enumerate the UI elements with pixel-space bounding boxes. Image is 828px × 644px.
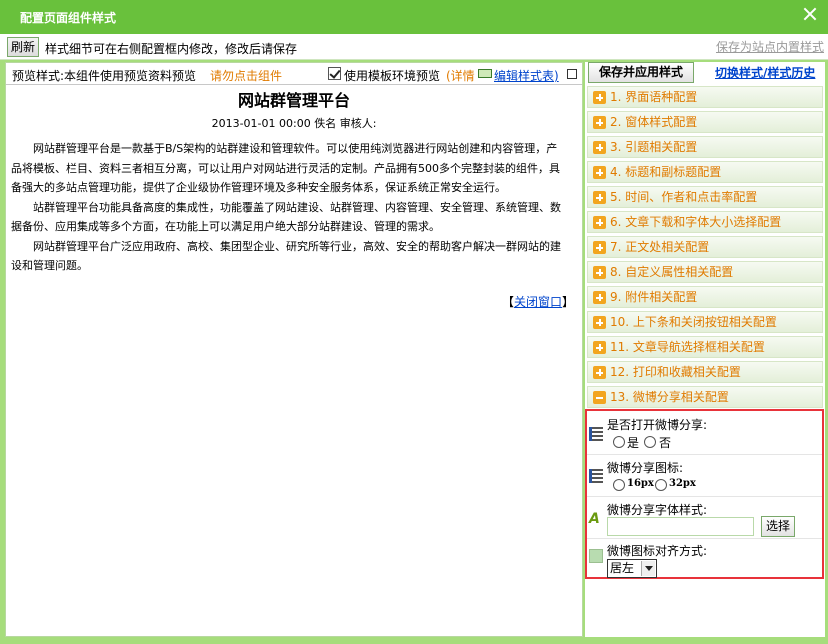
section-label: 7. 正文处相关配置 [610,240,710,254]
expand-icon [593,191,606,204]
config-section[interactable]: 6. 文章下载和字体大小选择配置 [587,211,823,233]
config-section[interactable]: 2. 窗体样式配置 [587,111,823,133]
weibo-enable-row: 是否打开微博分享: 是 否 [587,411,822,455]
weibo-font-label: 微博分享字体样式: [607,503,708,517]
weibo-icon-row: 微博分享图标: 16px 32px [587,455,822,497]
expand-icon [593,116,606,129]
weibo-align-label: 微博图标对齐方式: [607,544,708,558]
preview-warning: 请勿点击组件 [210,69,283,83]
config-section[interactable]: 10. 上下条和关闭按钮相关配置 [587,311,823,333]
article-paragraph: 网站群管理平台是一款基于B/S架构的站群建设和管理软件。可以使用纯浏览器进行网站… [11,142,560,194]
section-label: 1. 界面语种配置 [610,90,698,104]
expand-icon [593,141,606,154]
window-title: 配置页面组件样式 [20,11,117,25]
weibo-enable-yes-radio[interactable] [613,436,625,448]
collapse-icon [593,391,606,404]
article-body: 网站群管理平台是一款基于B/S架构的站群建设和管理软件。可以使用纯浏览器进行网站… [11,139,563,276]
icon-16px-label: 16px [627,478,654,489]
section-label: 3. 引题相关配置 [610,140,698,154]
refresh-button[interactable]: 刷新 [7,37,40,57]
chevron-down-icon [641,561,655,576]
icon-32px-label: 32px [669,478,696,489]
weibo-align-select[interactable]: 居左 [607,559,657,578]
save-as-internal-style-link[interactable]: 保存为站点内置样式 [716,38,824,55]
close-bracket-open: 【 [502,295,515,309]
config-section-weibo[interactable]: 13. 微博分享相关配置 [587,386,823,408]
minimize-icon[interactable] [567,69,577,79]
expand-icon [593,291,606,304]
choose-font-button[interactable]: 选择 [761,516,795,537]
article-paragraph: 站群管理平台功能具备高度的集成性，功能覆盖了网站建设、站群管理、内容管理、安全管… [11,200,561,234]
expand-icon [593,366,606,379]
article-title: 网站群管理平台 [237,91,350,110]
section-label: 9. 附件相关配置 [610,290,698,304]
preview-panel: 预览样式:本组件使用预览资料预览 请勿点击组件 使用模板环境预览 (详情 编辑样… [5,62,583,637]
section-label: 2. 窗体样式配置 [610,115,698,129]
config-section[interactable]: 11. 文章导航选择框相关配置 [587,336,823,358]
close-window-link[interactable]: 关闭窗口 [514,295,562,309]
use-template-label: 使用模板环境预览 [344,69,441,83]
section-label: 13. 微博分享相关配置 [610,390,729,404]
toolbar-hint: 样式细节可在右侧配置框内修改，修改后请保存 [45,42,298,56]
font-style-icon: A [589,511,600,527]
weibo-config-panel: 是否打开微博分享: 是 否 微博分享图标: 16px 32px A 微博分享字体… [585,409,824,579]
icon-16px-radio[interactable] [613,479,625,491]
section-label: 6. 文章下载和字体大小选择配置 [610,215,782,229]
weibo-icon-label: 微博分享图标: [607,461,684,475]
preview-label: 预览样式:本组件使用预览资料预览 [12,69,197,83]
config-section[interactable]: 5. 时间、作者和点击率配置 [587,186,823,208]
preview-bar: 预览样式:本组件使用预览资料预览 请勿点击组件 使用模板环境预览 (详情 编辑样… [6,63,582,85]
expand-icon [593,341,606,354]
switch-style-history-link[interactable]: 切换样式/样式历史 [715,64,815,81]
edit-stylesheet-link[interactable]: 编辑样式表) [494,67,559,84]
save-and-apply-button[interactable]: 保存并应用样式 [588,62,694,83]
config-section[interactable]: 7. 正文处相关配置 [587,236,823,258]
section-label: 4. 标题和副标题配置 [610,165,722,179]
weibo-enable-no-radio[interactable] [644,436,656,448]
section-label: 12. 打印和收藏相关配置 [610,365,741,379]
expand-icon [593,241,606,254]
icon-32px-radio[interactable] [655,479,667,491]
toolbar: 刷新 样式细节可在右侧配置框内修改，修改后请保存 保存为站点内置样式 [0,34,828,60]
config-section[interactable]: 8. 自定义属性相关配置 [587,261,823,283]
close-window: 【关闭窗口】 [502,293,574,310]
use-template-checkbox[interactable] [328,67,341,80]
expand-icon [593,91,606,104]
section-label: 5. 时间、作者和点击率配置 [610,190,758,204]
weibo-align-value: 居左 [610,561,635,575]
close-icon[interactable] [802,6,818,22]
expand-icon [593,216,606,229]
article-paragraph: 网站群管理平台广泛应用政府、高校、集团型企业、研究所等行业，高效、安全的帮助客户… [11,239,561,273]
config-section[interactable]: 4. 标题和副标题配置 [587,161,823,183]
list-icon [589,469,603,483]
section-label: 11. 文章导航选择框相关配置 [610,340,765,354]
close-bracket-close: 】 [562,295,575,309]
expand-icon [593,316,606,329]
expand-icon [593,166,606,179]
stylesheet-icon [478,69,492,78]
section-label: 10. 上下条和关闭按钮相关配置 [610,315,777,329]
detail-link[interactable]: (详情 [446,67,475,84]
list-icon [589,427,603,441]
expand-icon [593,266,606,279]
config-section[interactable]: 3. 引题相关配置 [587,136,823,158]
align-icon [589,549,603,563]
section-label: 8. 自定义属性相关配置 [610,265,734,279]
config-section[interactable]: 9. 附件相关配置 [587,286,823,308]
config-section[interactable]: 12. 打印和收藏相关配置 [587,361,823,383]
weibo-enable-label: 是否打开微博分享: [607,418,708,432]
article-meta: 2013-01-01 00:00 佚名 审核人: [211,117,377,130]
window-titlebar: 配置页面组件样式 [0,0,828,34]
weibo-enable-no-label: 否 [659,436,672,450]
weibo-font-style-input[interactable] [607,517,754,536]
weibo-enable-yes-label: 是 [627,436,640,450]
config-section[interactable]: 1. 界面语种配置 [587,86,823,108]
